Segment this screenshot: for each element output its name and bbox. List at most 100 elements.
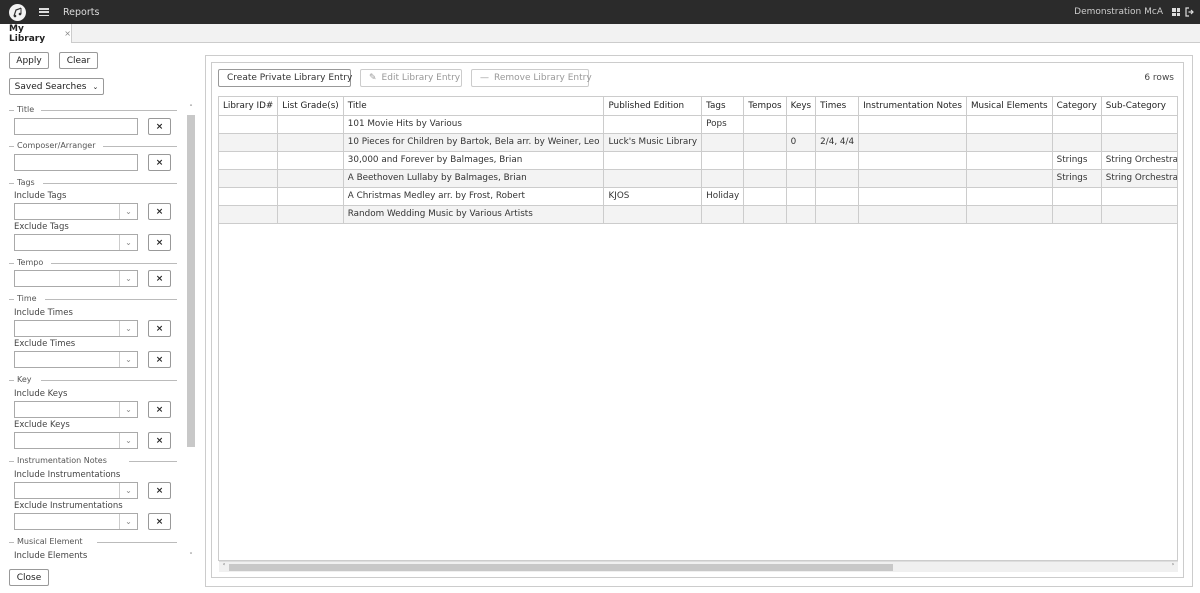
scroll-down-icon[interactable]: ˅ bbox=[186, 551, 196, 561]
section-tags-label: Tags bbox=[17, 178, 35, 187]
close-icon: × bbox=[155, 157, 164, 168]
column-header[interactable]: Sub-Category bbox=[1101, 97, 1177, 116]
clear-composer-button[interactable]: × bbox=[148, 154, 171, 171]
title-input[interactable] bbox=[14, 118, 138, 135]
scrollbar-thumb[interactable] bbox=[229, 564, 893, 571]
table-cell bbox=[219, 205, 279, 224]
clear-title-button[interactable]: × bbox=[148, 118, 171, 135]
table-row[interactable]: A Beethoven Lullaby by Balmages, Brian St… bbox=[219, 169, 1177, 188]
column-header[interactable]: Library ID# bbox=[219, 97, 279, 116]
table-cell bbox=[277, 115, 344, 134]
table-cell bbox=[743, 187, 787, 206]
clear-exclude-keys-button[interactable]: × bbox=[148, 432, 171, 449]
section-key-label: Key bbox=[17, 375, 32, 384]
column-header[interactable]: Keys bbox=[786, 97, 817, 116]
exclude-tags-select[interactable]: ⌄ bbox=[14, 234, 138, 251]
column-header[interactable]: Musical Elements bbox=[966, 97, 1053, 116]
filter-scroll-area[interactable]: Title × Composer/Arranger × Tags Include… bbox=[0, 103, 184, 561]
include-instrumentations-select[interactable]: ⌄ bbox=[14, 482, 138, 499]
table-cell bbox=[858, 115, 967, 134]
tempo-select[interactable]: ⌄ bbox=[14, 270, 138, 287]
close-button[interactable]: Close bbox=[9, 569, 49, 586]
edit-library-entry-button[interactable]: ✎ Edit Library Entry bbox=[360, 69, 462, 87]
table-row[interactable]: 10 Pieces for Children by Bartok, Bela a… bbox=[219, 133, 1177, 152]
logout-icon[interactable] bbox=[1185, 7, 1194, 20]
remove-label: Remove Library Entry bbox=[494, 73, 592, 83]
scroll-left-icon[interactable]: ˂ bbox=[219, 562, 229, 573]
table-cell bbox=[815, 115, 860, 134]
table-cell bbox=[858, 133, 967, 152]
include-times-select[interactable]: ⌄ bbox=[14, 320, 138, 337]
minus-icon: — bbox=[480, 73, 489, 83]
close-icon: × bbox=[155, 516, 164, 527]
clear-include-keys-button[interactable]: × bbox=[148, 401, 171, 418]
table-row[interactable]: A Christmas Medley arr. by Frost, Robert… bbox=[219, 187, 1177, 206]
column-header[interactable]: List Grade(s) bbox=[277, 97, 344, 116]
table-cell bbox=[277, 169, 344, 188]
column-header[interactable]: Times bbox=[815, 97, 860, 116]
table-cell bbox=[815, 169, 860, 188]
table-cell bbox=[858, 205, 967, 224]
table-cell: Random Wedding Music by Various Artists bbox=[343, 205, 605, 224]
scrollbar-thumb[interactable] bbox=[187, 115, 195, 447]
scroll-right-icon[interactable]: ˃ bbox=[1168, 562, 1178, 573]
include-tags-select[interactable]: ⌄ bbox=[14, 203, 138, 220]
tab-bar: My Library × bbox=[0, 24, 1200, 44]
apply-button[interactable]: Apply bbox=[9, 52, 49, 69]
clear-button[interactable]: Clear bbox=[59, 52, 98, 69]
saved-searches-dropdown[interactable]: Saved Searches ⌄ bbox=[9, 78, 104, 95]
chevron-down-icon: ⌄ bbox=[119, 321, 137, 336]
app-logo-icon[interactable] bbox=[9, 3, 26, 21]
table-cell bbox=[1101, 115, 1177, 134]
create-private-library-entry-button[interactable]: Create Private Library Entry bbox=[218, 69, 352, 87]
chevron-down-icon: ⌄ bbox=[92, 82, 99, 91]
table-row[interactable]: 101 Movie Hits by Various Pops bbox=[219, 115, 1177, 134]
clear-exclude-tags-button[interactable]: × bbox=[148, 234, 171, 251]
table-cell bbox=[1052, 205, 1102, 224]
table-cell bbox=[966, 115, 1053, 134]
include-keys-select[interactable]: ⌄ bbox=[14, 401, 138, 418]
clear-include-instrumentations-button[interactable]: × bbox=[148, 482, 171, 499]
exclude-times-select[interactable]: ⌄ bbox=[14, 351, 138, 368]
column-header[interactable]: Instrumentation Notes bbox=[858, 97, 967, 116]
clear-exclude-times-button[interactable]: × bbox=[148, 351, 171, 368]
clear-include-times-button[interactable]: × bbox=[148, 320, 171, 337]
clear-tempo-button[interactable]: × bbox=[148, 270, 171, 287]
tab-close-icon[interactable]: × bbox=[64, 29, 71, 38]
table-cell: A Beethoven Lullaby by Balmages, Brian bbox=[343, 169, 605, 188]
composer-input[interactable] bbox=[14, 154, 138, 171]
tab-my-library[interactable]: My Library × bbox=[0, 24, 72, 44]
table-row[interactable]: Random Wedding Music by Various Artists bbox=[219, 205, 1177, 224]
table-horizontal-scrollbar[interactable]: ˂ ˃ bbox=[219, 561, 1178, 572]
remove-library-entry-button[interactable]: — Remove Library Entry bbox=[471, 69, 592, 87]
exclude-keys-select[interactable]: ⌄ bbox=[14, 432, 138, 449]
table-cell bbox=[1052, 133, 1102, 152]
exclude-instrumentations-select[interactable]: ⌄ bbox=[14, 513, 138, 530]
filter-sidebar: Apply Clear Saved Searches ⌄ Title × Com… bbox=[0, 43, 200, 593]
menu-icon[interactable] bbox=[39, 8, 49, 16]
table-cell: Holiday bbox=[701, 187, 745, 206]
table-row[interactable]: 30,000 and Forever by Balmages, Brian Str… bbox=[219, 151, 1177, 170]
table-cell bbox=[701, 133, 745, 152]
table-cell bbox=[701, 151, 745, 170]
scroll-up-icon[interactable]: ˄ bbox=[186, 103, 196, 113]
table-cell: Luck's Music Library bbox=[603, 133, 703, 152]
section-tempo-label: Tempo bbox=[17, 258, 44, 267]
apps-grid-icon[interactable] bbox=[1172, 8, 1180, 16]
column-header[interactable]: Category bbox=[1052, 97, 1102, 116]
sidebar-scrollbar[interactable]: ˄ ˅ bbox=[186, 103, 196, 561]
column-header[interactable]: Tempos bbox=[743, 97, 787, 116]
user-name[interactable]: Demonstration McA bbox=[1074, 0, 1163, 24]
clear-include-tags-button[interactable]: × bbox=[148, 203, 171, 220]
reports-link[interactable]: Reports bbox=[63, 7, 99, 18]
column-header[interactable]: Published Edition bbox=[603, 97, 703, 116]
section-composer: Composer/Arranger bbox=[9, 141, 177, 151]
chevron-down-icon: ⌄ bbox=[119, 204, 137, 219]
exclude-times-label: Exclude Times bbox=[14, 339, 76, 349]
table-cell bbox=[743, 151, 787, 170]
table-cell bbox=[603, 205, 703, 224]
column-header[interactable]: Tags bbox=[701, 97, 745, 116]
column-header[interactable]: Title bbox=[343, 97, 605, 116]
clear-exclude-instrumentations-button[interactable]: × bbox=[148, 513, 171, 530]
table-cell bbox=[815, 205, 860, 224]
